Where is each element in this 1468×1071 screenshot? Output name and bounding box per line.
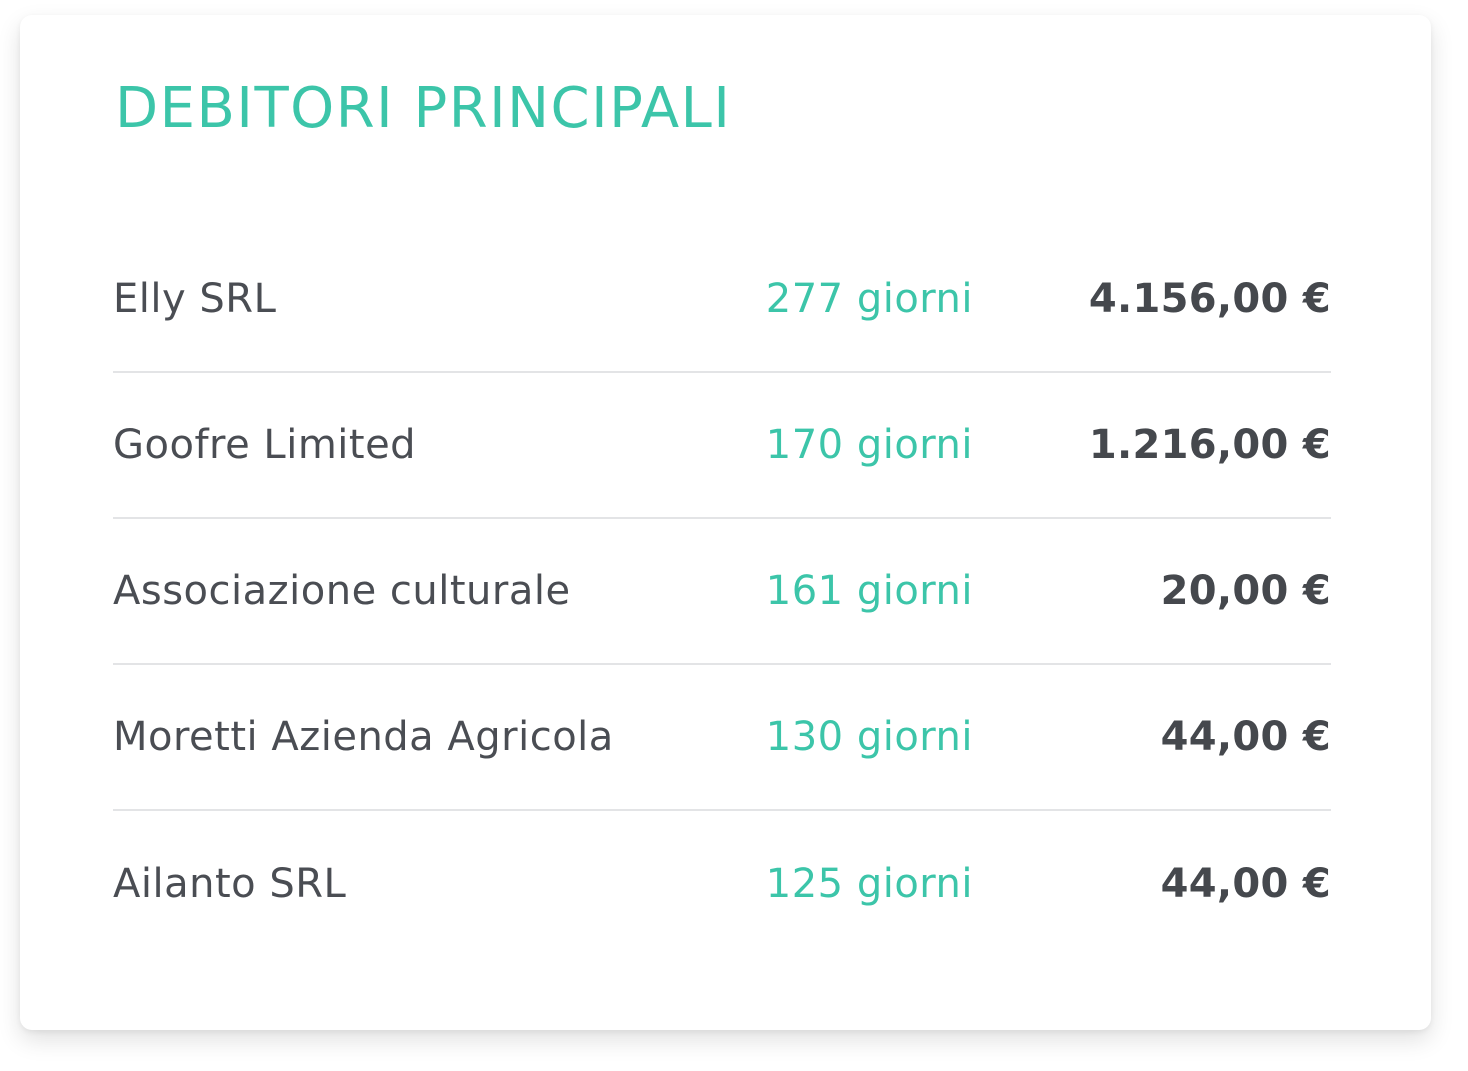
debtor-name: Associazione culturale bbox=[113, 568, 571, 614]
debtor-row[interactable]: Associazione culturale 161 giorni 20,00 … bbox=[113, 519, 1331, 665]
debtor-overdue-days: 125 giorni bbox=[765, 861, 973, 907]
debtor-name: Ailanto SRL bbox=[113, 861, 347, 907]
debtor-overdue-days: 170 giorni bbox=[765, 422, 973, 468]
debtor-name: Elly SRL bbox=[113, 276, 277, 322]
debtor-amount: 20,00 € bbox=[1160, 568, 1331, 614]
debtors-list: Elly SRL 277 giorni 4.156,00 € Goofre Li… bbox=[113, 227, 1331, 957]
card-title: DEBITORI PRINCIPALI bbox=[115, 76, 732, 141]
debtor-overdue-days: 161 giorni bbox=[765, 568, 973, 614]
debtor-overdue-days: 277 giorni bbox=[765, 276, 973, 322]
debtor-amount: 44,00 € bbox=[1160, 861, 1331, 907]
debtor-row[interactable]: Elly SRL 277 giorni 4.156,00 € bbox=[113, 227, 1331, 373]
debtor-row[interactable]: Ailanto SRL 125 giorni 44,00 € bbox=[113, 811, 1331, 957]
debtor-amount: 1.216,00 € bbox=[1088, 422, 1331, 468]
debtor-amount: 4.156,00 € bbox=[1088, 276, 1331, 322]
debtor-row[interactable]: Goofre Limited 170 giorni 1.216,00 € bbox=[113, 373, 1331, 519]
debtor-name: Goofre Limited bbox=[113, 422, 417, 468]
debtor-overdue-days: 130 giorni bbox=[765, 714, 973, 760]
debtor-row[interactable]: Moretti Azienda Agricola 130 giorni 44,0… bbox=[113, 665, 1331, 811]
debtors-card: DEBITORI PRINCIPALI Elly SRL 277 giorni … bbox=[20, 15, 1431, 1030]
debtor-amount: 44,00 € bbox=[1160, 714, 1331, 760]
debtor-name: Moretti Azienda Agricola bbox=[113, 714, 614, 760]
